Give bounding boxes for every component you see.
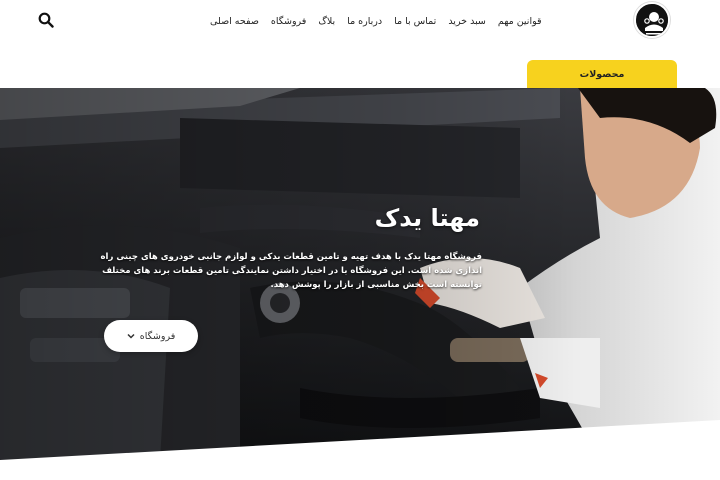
search-icon[interactable] (38, 12, 54, 28)
site-header: صفحه اصلی فروشگاه بلاگ درباره ما تماس با… (0, 0, 720, 44)
hero-banner: مهتا یدک فروشگاه مهتا یدک با هدف تهیه و … (0, 88, 720, 460)
shop-button[interactable]: فروشگاه (104, 320, 198, 352)
site-logo[interactable] (634, 2, 670, 38)
section-divider (0, 420, 720, 480)
chevron-down-icon (127, 333, 135, 339)
hero-description: فروشگاه مهتا یدک با هدف تهیه و تامین قطع… (100, 252, 482, 290)
nav-item-rules[interactable]: قوانین مهم (498, 15, 542, 29)
nav-item-shop[interactable]: فروشگاه (271, 15, 306, 29)
nav-item-home[interactable]: صفحه اصلی (210, 15, 259, 29)
nav-item-cart[interactable]: سبد خرید (448, 15, 486, 29)
products-tab[interactable]: محصولات (527, 60, 677, 90)
nav-item-blog[interactable]: بلاگ (318, 15, 335, 29)
nav-item-about[interactable]: درباره ما (347, 15, 382, 29)
shop-button-label: فروشگاه (139, 330, 176, 342)
hero-title: مهتا یدک (374, 204, 480, 232)
main-nav: صفحه اصلی فروشگاه بلاگ درباره ما تماس با… (210, 15, 542, 29)
nav-item-contact[interactable]: تماس با ما (394, 15, 436, 29)
mahtayadak-logo-icon (636, 4, 668, 36)
